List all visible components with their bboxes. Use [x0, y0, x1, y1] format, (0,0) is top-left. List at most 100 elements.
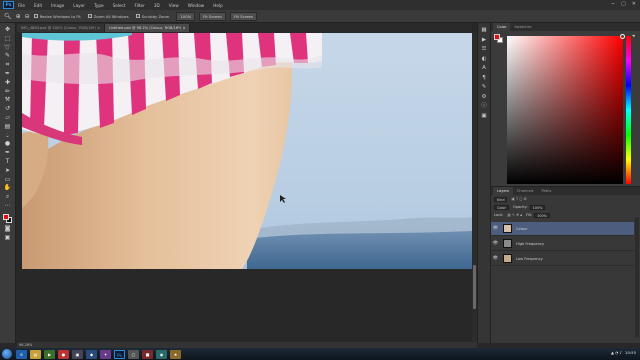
- app-icon[interactable]: ▣: [72, 349, 83, 359]
- type-tool-icon[interactable]: T: [3, 158, 13, 166]
- close-button[interactable]: ✕: [632, 1, 636, 7]
- info-icon[interactable]: ⓘ: [480, 103, 488, 110]
- history-brush-tool-icon[interactable]: ↺: [3, 105, 13, 113]
- menu-filter[interactable]: Filter: [134, 3, 144, 8]
- zoom-in-icon[interactable]: ⊕: [16, 13, 21, 20]
- tab-untitled[interactable]: Untitled.psb @ 98.2% (Colour, RGB/16*) ×: [105, 24, 191, 32]
- menu-image[interactable]: Image: [51, 3, 64, 8]
- pen-tool-icon[interactable]: ✒: [3, 149, 13, 157]
- move-tool-icon[interactable]: ✥: [3, 26, 13, 34]
- character-icon[interactable]: A: [480, 65, 488, 72]
- layer-row-low-frequency[interactable]: 👁︎ Low Frequency: [491, 252, 634, 266]
- opacity-field[interactable]: 100%: [529, 204, 546, 210]
- healing-brush-tool-icon[interactable]: ✚: [3, 79, 13, 87]
- menu-layer[interactable]: Layer: [73, 3, 85, 8]
- explorer-icon[interactable]: ▤: [30, 349, 41, 359]
- zoom-tool-icon[interactable]: 🔍︎: [4, 13, 12, 20]
- filter-kind-select[interactable]: Kind: [494, 196, 508, 202]
- tab-color[interactable]: Color: [493, 23, 511, 31]
- visibility-eye-icon[interactable]: 👁︎: [491, 226, 500, 231]
- clone-source-icon[interactable]: ⚙: [480, 94, 488, 101]
- app-icon[interactable]: ★: [170, 349, 181, 359]
- eraser-tool-icon[interactable]: ▱: [3, 114, 13, 122]
- hue-slider[interactable]: [626, 36, 631, 184]
- more-tools-icon[interactable]: ⋯: [3, 202, 13, 210]
- foreground-color-swatch[interactable]: [2, 213, 9, 220]
- shape-tool-icon[interactable]: ▭: [3, 176, 13, 184]
- menu-window[interactable]: Window: [188, 3, 205, 8]
- clock[interactable]: 10:55: [625, 350, 636, 355]
- zoom-tool-icon[interactable]: ⌕: [3, 193, 13, 201]
- color-picker-field[interactable]: [507, 34, 625, 184]
- hand-tool-icon[interactable]: ✋: [3, 184, 13, 192]
- adjustments-icon[interactable]: ◐: [480, 56, 488, 63]
- tray-icons[interactable]: ▲ ◔ ♪: [611, 350, 622, 355]
- lock-icons[interactable]: ▦ ✎ ✥ 🔒︎: [507, 213, 522, 217]
- paragraph-icon[interactable]: ¶: [480, 75, 488, 82]
- menu-view[interactable]: View: [169, 3, 179, 8]
- properties-icon[interactable]: ☰: [480, 46, 488, 53]
- app-icon[interactable]: ■: [142, 349, 153, 359]
- app-icon[interactable]: ▢: [128, 349, 139, 359]
- history-icon[interactable]: ▦: [480, 27, 488, 34]
- app-icon[interactable]: ◆: [86, 349, 97, 359]
- menu-file[interactable]: File: [18, 3, 25, 8]
- visibility-eye-icon[interactable]: 👁︎: [491, 256, 500, 261]
- menu-edit[interactable]: Edit: [34, 3, 42, 8]
- zoom-all-windows-checkbox[interactable]: Zoom All Windows: [87, 14, 129, 19]
- resize-windows-checkbox[interactable]: Resize Windows to Fit: [33, 14, 81, 19]
- dodge-tool-icon[interactable]: ●: [3, 140, 13, 148]
- navigator-icon[interactable]: ▣: [480, 113, 488, 120]
- scrollbar-thumb[interactable]: [473, 265, 476, 309]
- fill-screen-button[interactable]: Fill Screen: [229, 11, 258, 21]
- layer-row-high-frequency[interactable]: 👁︎ High Frequency: [491, 237, 634, 251]
- ie-icon[interactable]: e: [16, 349, 27, 359]
- document-canvas[interactable]: [22, 33, 472, 269]
- lasso-tool-icon[interactable]: ➰: [3, 44, 13, 52]
- marquee-tool-icon[interactable]: ⬚: [3, 35, 13, 43]
- menu-type[interactable]: Type: [94, 3, 104, 8]
- zoom-out-icon[interactable]: ⊖: [25, 13, 30, 20]
- tab-img-4863[interactable]: IMG_4863.psd @ 100% (Colour, RGB/16*) ×: [17, 24, 105, 32]
- photoshop-taskbar-icon[interactable]: Ps: [114, 349, 125, 359]
- tab-channels[interactable]: Channels: [513, 187, 538, 195]
- visibility-eye-icon[interactable]: 👁︎: [491, 241, 500, 246]
- hue-slider-arrow-icon[interactable]: ◂: [632, 33, 635, 39]
- tab-paths[interactable]: Paths: [538, 187, 556, 195]
- crop-tool-icon[interactable]: ⌗: [3, 61, 13, 69]
- maximize-button[interactable]: ▢: [621, 1, 626, 7]
- menu-select[interactable]: Select: [113, 3, 126, 8]
- menu-help[interactable]: Help: [213, 3, 223, 8]
- gradient-tool-icon[interactable]: ▤: [3, 123, 13, 131]
- scrubby-zoom-checkbox[interactable]: Scrubby Zoom: [135, 14, 169, 19]
- app-icon[interactable]: ✦: [100, 349, 111, 359]
- zoom-level[interactable]: 98.28%: [19, 343, 32, 347]
- layers-scrollbar[interactable]: [635, 217, 639, 337]
- fill-field[interactable]: 100%: [534, 212, 550, 218]
- app-icon[interactable]: ◉: [156, 349, 167, 359]
- tab-swatches[interactable]: Swatches: [510, 23, 535, 31]
- menu-3d[interactable]: 3D: [154, 3, 160, 8]
- layer-row-colour[interactable]: 👁︎ Colour: [491, 222, 634, 236]
- blend-mode-select[interactable]: Color: [494, 204, 509, 210]
- 100-percent-button[interactable]: 100%: [176, 11, 196, 21]
- brush-presets-icon[interactable]: ✎: [480, 84, 488, 91]
- tab-layers[interactable]: Layers: [493, 187, 513, 195]
- fit-screen-button[interactable]: Fit Screen: [199, 11, 226, 21]
- panel-color-swatches[interactable]: [494, 34, 504, 44]
- quick-select-tool-icon[interactable]: ✎: [3, 52, 13, 60]
- actions-icon[interactable]: ▶: [480, 37, 488, 44]
- clone-stamp-tool-icon[interactable]: ⚒: [3, 96, 13, 104]
- brush-tool-icon[interactable]: ✏: [3, 88, 13, 96]
- app-icon[interactable]: ●: [58, 349, 69, 359]
- quick-mask-icon[interactable]: ◙: [3, 225, 13, 233]
- screen-mode-icon[interactable]: ▣: [3, 234, 13, 242]
- color-swatches[interactable]: [2, 213, 14, 225]
- eyedropper-tool-icon[interactable]: ✒: [3, 70, 13, 78]
- path-select-tool-icon[interactable]: ➤: [3, 167, 13, 175]
- filter-icons[interactable]: ▣ T ◻ ⚙: [511, 197, 526, 201]
- media-icon[interactable]: ▶: [44, 349, 55, 359]
- blur-tool-icon[interactable]: 💧︎: [3, 132, 13, 140]
- minimize-button[interactable]: −: [611, 1, 615, 7]
- start-button[interactable]: [2, 349, 12, 359]
